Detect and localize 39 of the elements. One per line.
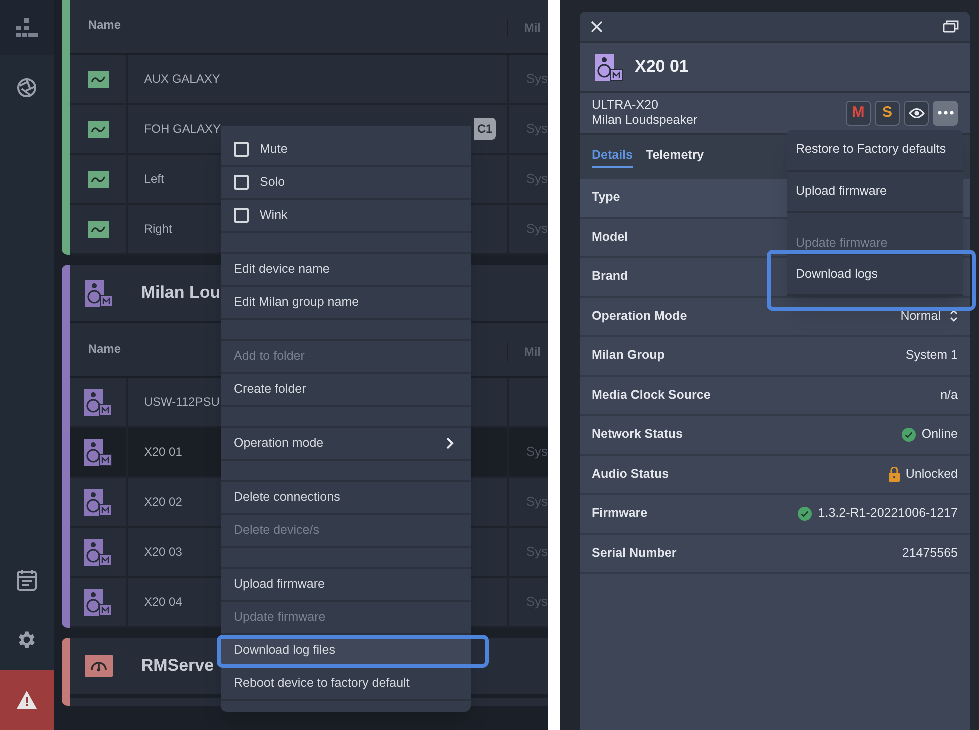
property-label: Audio Status <box>592 466 670 483</box>
device-name: Right <box>144 221 172 238</box>
device-name: AUX GALAXY <box>144 71 220 88</box>
device-name: X20 04 <box>144 594 182 611</box>
property-label: Type <box>592 189 620 206</box>
property-value: 1.3.2-R1-20221006-1217 <box>818 505 958 522</box>
column-header: Name <box>88 342 122 356</box>
menu-item-label: Mute <box>260 141 288 158</box>
device-name: Left <box>144 171 164 188</box>
device-name: X20 02 <box>144 494 182 511</box>
property-value: 21475565 <box>902 544 958 562</box>
menu-item-label: Solo <box>260 174 286 192</box>
property-label: Firmware <box>592 505 648 522</box>
property-value: n/a <box>940 386 958 404</box>
column-header: Mil <box>507 19 541 37</box>
device-description: Milan Loudspeaker <box>592 113 698 128</box>
device-name: FOH GALAXY <box>144 121 222 138</box>
channel-badge: C1 <box>474 118 496 140</box>
property-label: Milan Group <box>592 347 665 364</box>
property-value: Unlocked <box>906 466 958 483</box>
property-label: Media Clock Source <box>592 386 711 404</box>
group-title: RMServe <box>141 655 214 678</box>
property-value: System 1 <box>906 347 958 364</box>
menu-item-label: Wink <box>260 207 288 224</box>
device-name: USW-112PSU <box>144 394 220 411</box>
device-model: ULTRA-X20 <box>592 98 660 113</box>
property-value: Online <box>922 426 958 444</box>
property-label: Serial Number <box>592 544 677 562</box>
property-label: Brand <box>592 268 628 286</box>
column-header: Mil <box>507 343 541 361</box>
device-title: X20 01 <box>635 56 689 78</box>
device-name: X20 03 <box>144 544 182 561</box>
device-name: X20 01 <box>144 444 182 461</box>
table-cell-text: Sys <box>526 443 548 462</box>
group-title: Milan Lou <box>141 282 221 304</box>
property-label: Model <box>592 228 628 246</box>
property-label: Network Status <box>592 426 683 444</box>
column-header: Name <box>88 18 122 32</box>
property-label: Operation Mode <box>592 308 688 325</box>
